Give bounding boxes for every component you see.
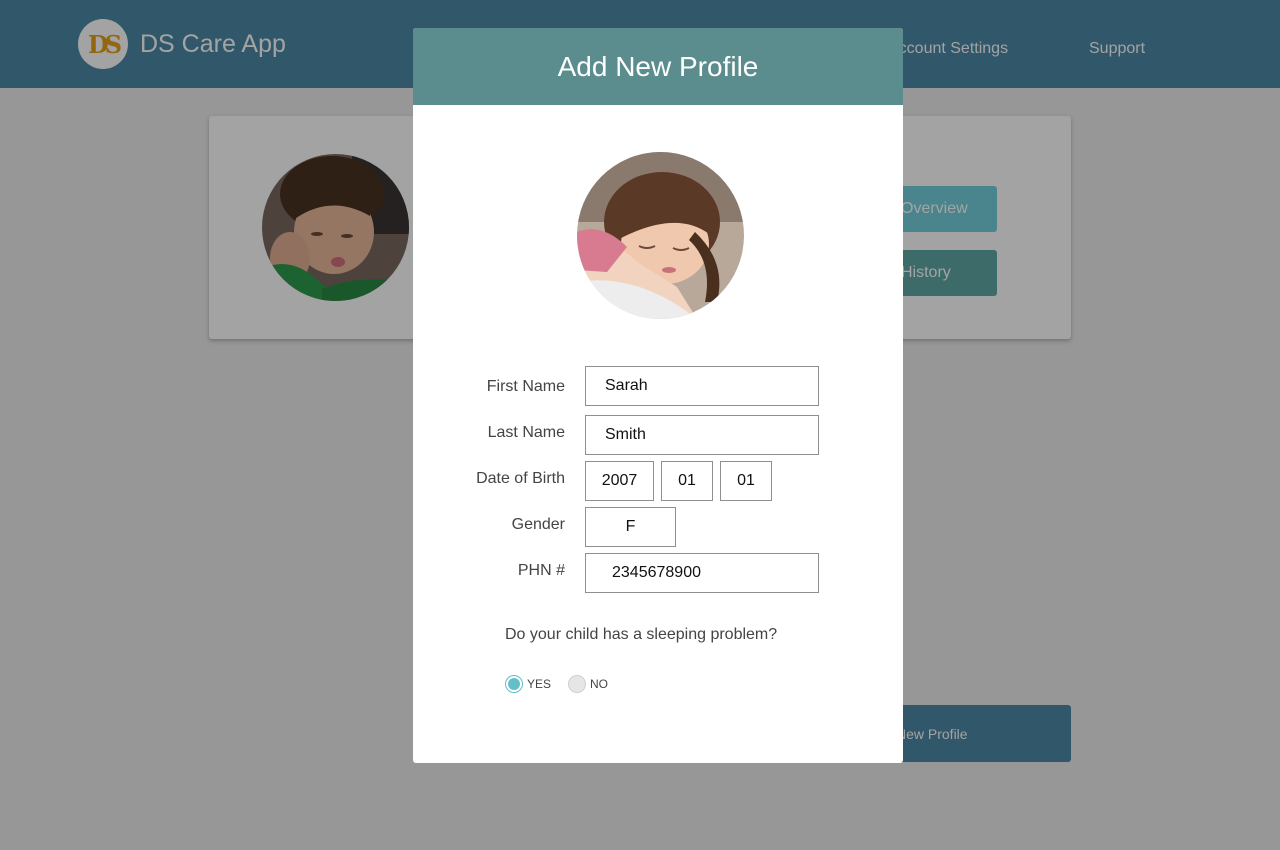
gender-label: Gender <box>511 516 565 533</box>
sleeping-problem-question: Do your child has a sleeping problem? <box>505 626 778 643</box>
radio-no-label[interactable]: NO <box>590 677 608 691</box>
phn-label: PHN # <box>517 562 565 579</box>
radio-yes-button[interactable] <box>505 675 523 693</box>
add-profile-modal: Add New Profile First Name Sarah Last Na… <box>413 28 903 763</box>
last-name-label: Last Name <box>487 424 565 441</box>
radio-option-yes[interactable]: YES <box>505 675 551 693</box>
dob-label: Date of Birth <box>476 470 565 487</box>
radio-no-button[interactable] <box>568 675 586 693</box>
radio-option-no[interactable]: NO <box>568 675 608 693</box>
dob-month-field[interactable]: 01 <box>661 461 713 501</box>
radio-yes-label[interactable]: YES <box>527 677 551 691</box>
dob-day-field[interactable]: 01 <box>720 461 772 501</box>
profile-photo-upload[interactable] <box>577 152 744 319</box>
dob-year-field[interactable]: 2007 <box>585 461 654 501</box>
profile-photo <box>577 152 744 319</box>
last-name-field[interactable]: Smith <box>585 415 819 455</box>
modal-header: Add New Profile <box>413 28 903 105</box>
phn-field[interactable]: 2345678900 <box>585 553 819 593</box>
radio-selected-dot <box>508 678 520 690</box>
modal-title: Add New Profile <box>557 50 759 82</box>
first-name-label: First Name <box>486 378 565 395</box>
gender-field[interactable]: F <box>585 507 676 547</box>
first-name-field[interactable]: Sarah <box>585 366 819 406</box>
